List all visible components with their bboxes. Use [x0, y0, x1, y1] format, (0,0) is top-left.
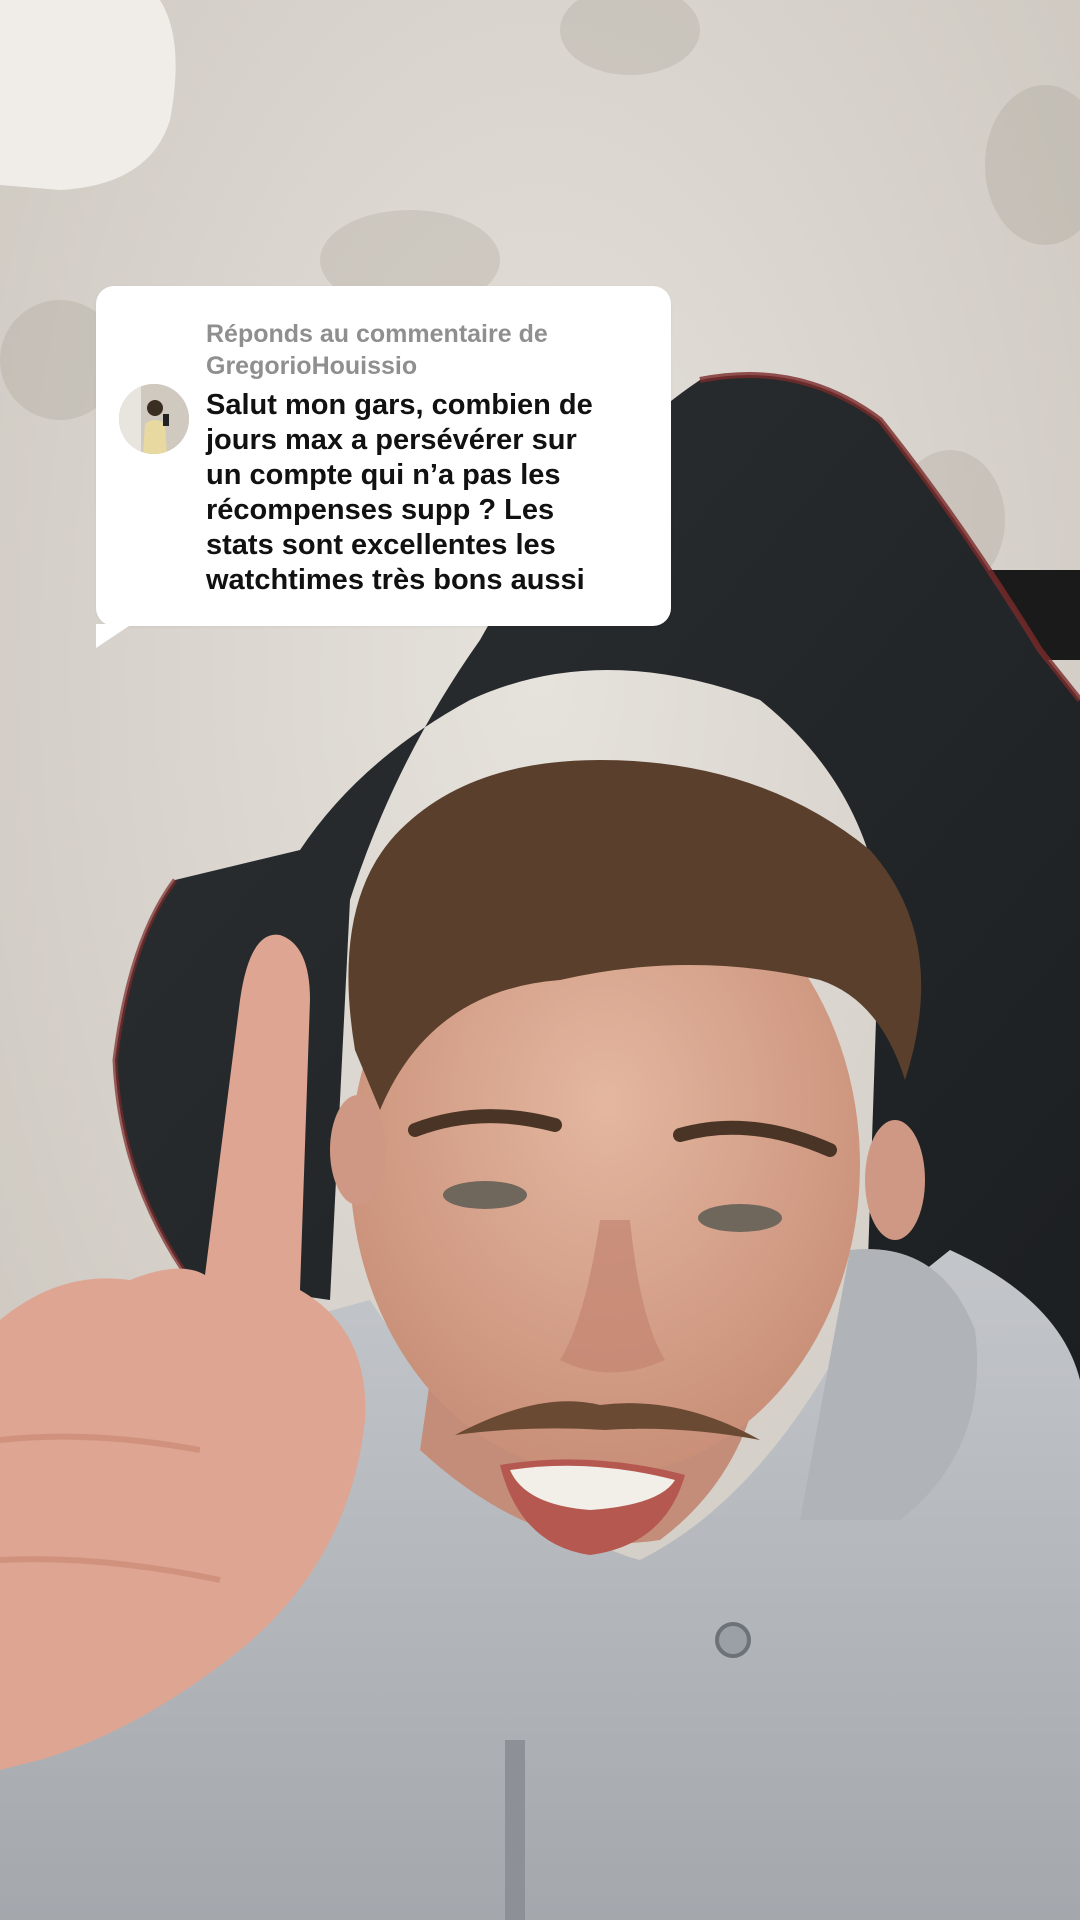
zipper: [505, 1740, 525, 1920]
comment-line: jours max a persévérer sur: [206, 424, 577, 456]
comment-reply-sticker[interactable]: Réponds au commentaire de GregorioHouiss…: [96, 286, 671, 648]
reply-header-prefix: Réponds au commentaire de: [206, 320, 548, 348]
comment-text: Salut mon gars, combien de jours max a p…: [206, 388, 656, 598]
sticker-tail: [96, 624, 132, 648]
right-eye: [698, 1204, 782, 1232]
reply-header: Réponds au commentaire de GregorioHouiss…: [206, 318, 651, 382]
comment-line: récompenses supp ? Les: [206, 494, 555, 526]
hoodie-grommet: [715, 1622, 751, 1658]
commenter-avatar[interactable]: [119, 384, 189, 454]
comment-line: watchtimes très bons aussi: [206, 564, 585, 596]
comment-line: un compte qui n’a pas les: [206, 459, 561, 491]
comment-line: stats sont excellentes les: [206, 529, 556, 561]
comment-line: Salut mon gars, combien de: [206, 389, 593, 421]
commenter-username[interactable]: GregorioHouissio: [206, 350, 651, 382]
left-eye: [443, 1181, 527, 1209]
avatar-icon: [119, 384, 189, 454]
